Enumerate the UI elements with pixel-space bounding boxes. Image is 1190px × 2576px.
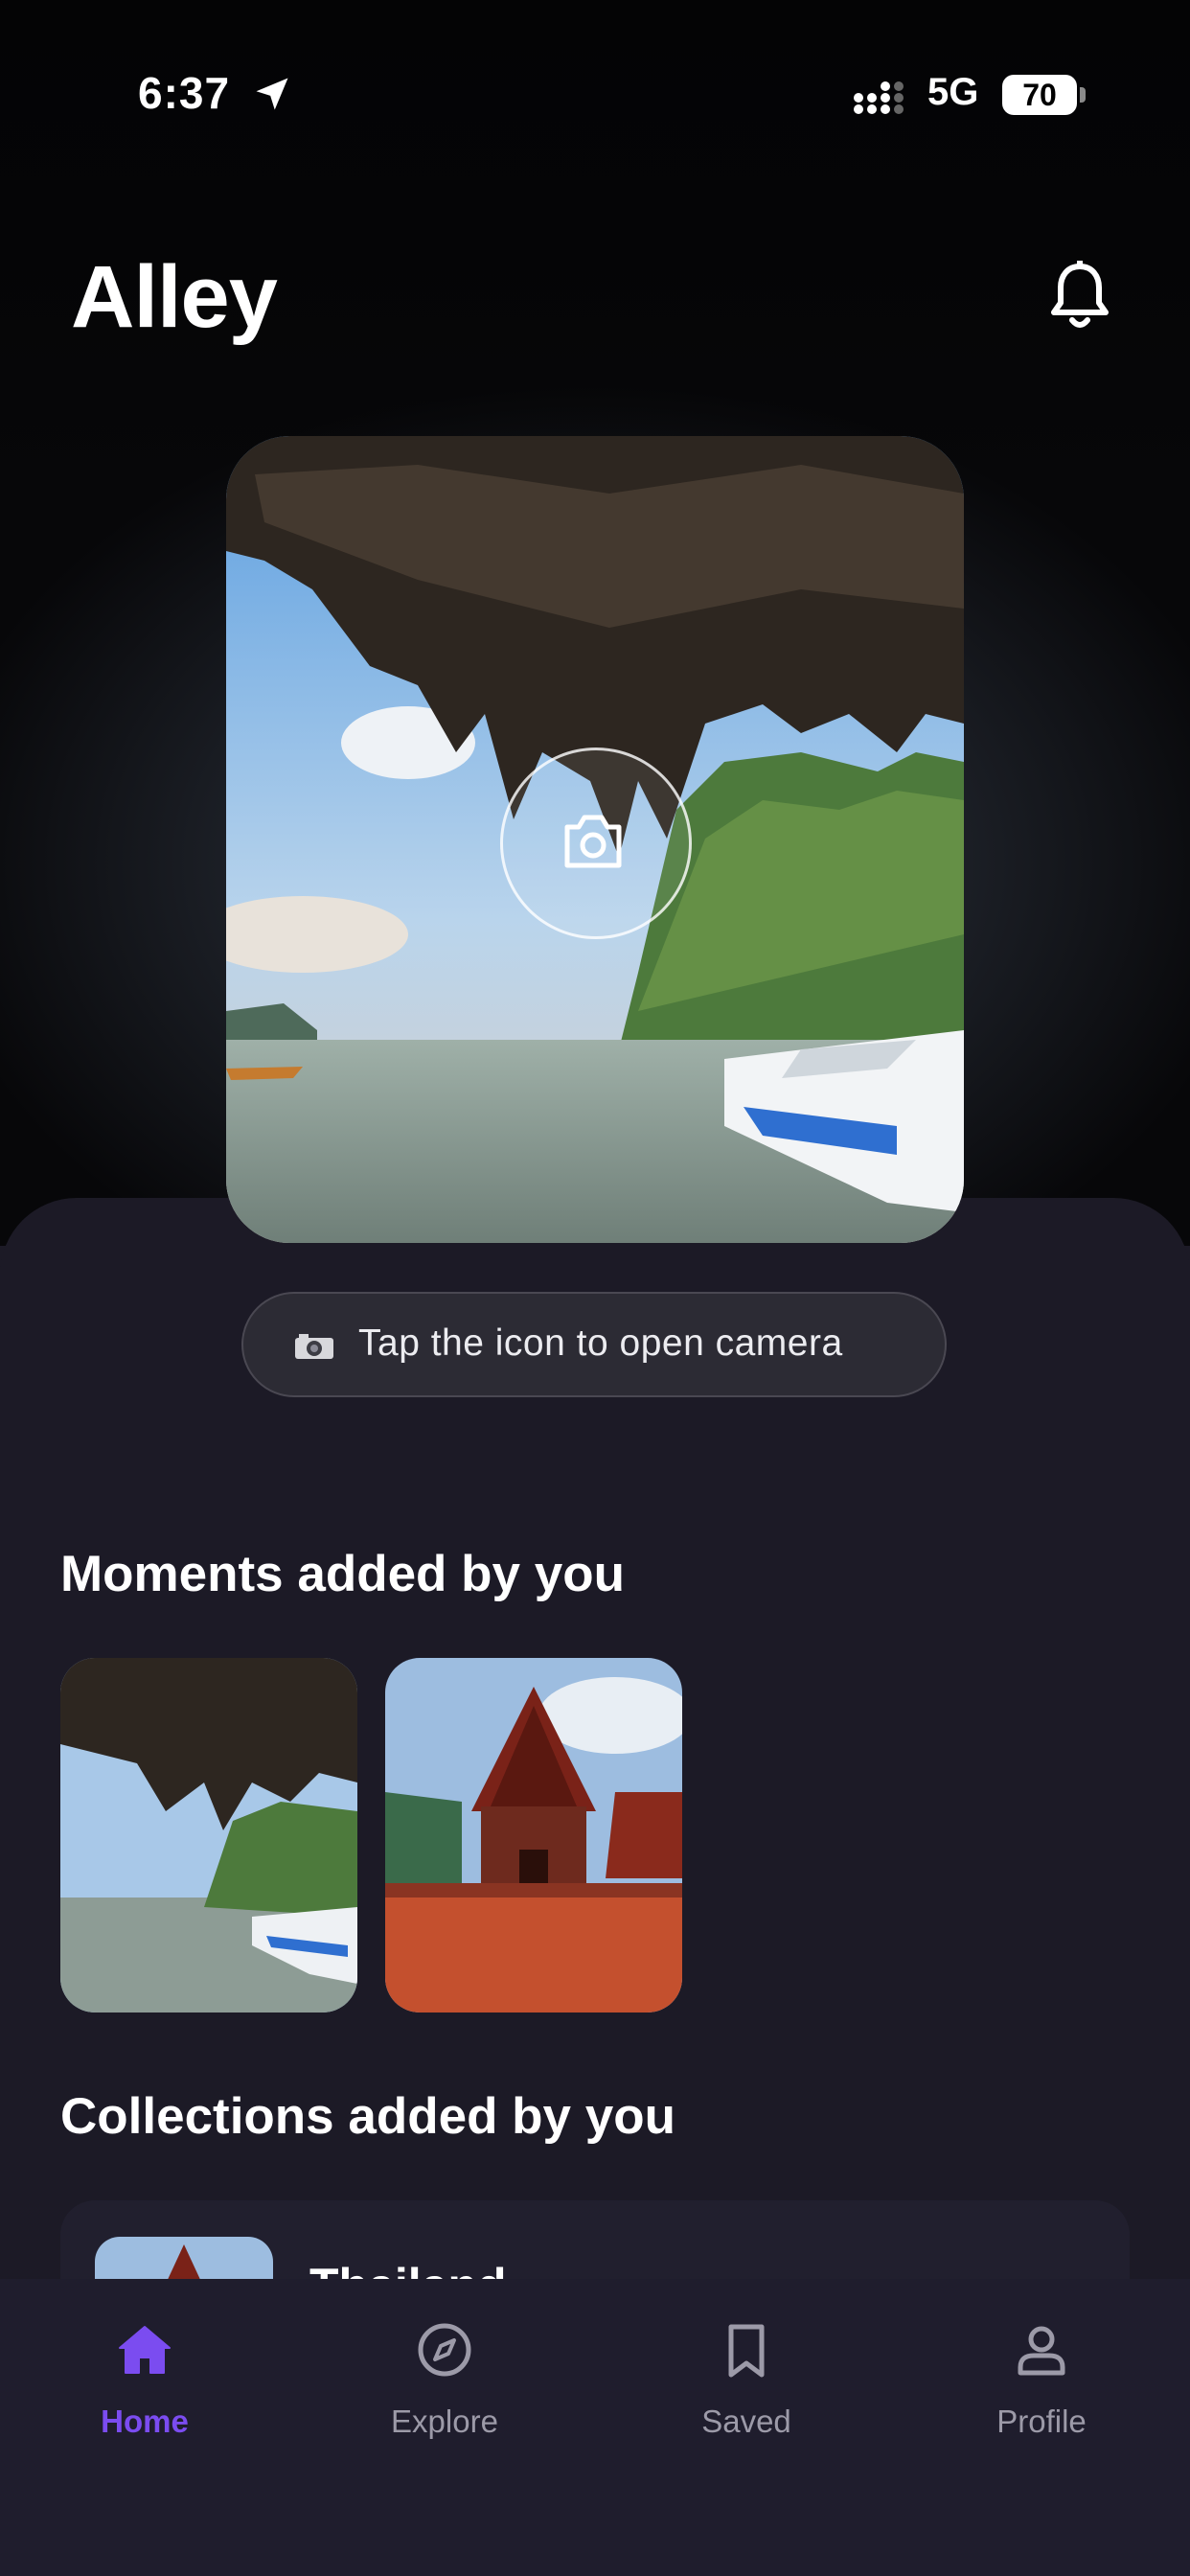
notification-bell-icon[interactable] xyxy=(1049,261,1110,332)
tab-saved[interactable]: Saved xyxy=(631,2279,861,2471)
battery-indicator: 70 xyxy=(1002,75,1077,115)
network-type: 5G xyxy=(927,71,979,113)
tab-home[interactable]: Home xyxy=(30,2279,260,2471)
battery-level: 70 xyxy=(1022,78,1057,112)
tab-profile[interactable]: Profile xyxy=(927,2279,1156,2471)
tab-explore[interactable]: Explore xyxy=(330,2279,560,2471)
camera-emoji-icon xyxy=(295,1334,333,1359)
person-icon xyxy=(1018,2326,1065,2376)
tab-label: Explore xyxy=(391,2404,498,2439)
home-icon xyxy=(119,2326,171,2374)
battery-tip xyxy=(1080,87,1086,103)
moment-thumbnail[interactable] xyxy=(60,1658,357,2012)
collections-title: Collections added by you xyxy=(60,2088,675,2145)
compass-icon xyxy=(418,2323,471,2377)
camera-preview[interactable] xyxy=(226,436,964,1243)
camera-icon xyxy=(564,815,622,868)
moment-thumbnail[interactable] xyxy=(385,1658,682,2012)
status-bar: 6:37 5G 70 xyxy=(0,0,1190,192)
camera-hint-pill: Tap the icon to open camera xyxy=(241,1292,947,1397)
bottom-tab-bar: Home Explore Saved Profile xyxy=(0,2279,1190,2576)
tab-label: Profile xyxy=(996,2404,1087,2439)
thai-temple-photo xyxy=(385,1658,682,2012)
location-arrow-icon xyxy=(256,78,288,110)
bookmark-icon xyxy=(728,2324,765,2378)
signal-icon xyxy=(854,81,904,114)
app-title: Alley xyxy=(71,248,278,346)
camera-hint-text: Tap the icon to open camera xyxy=(358,1322,843,1364)
status-time: 6:37 xyxy=(138,68,231,118)
moments-title: Moments added by you xyxy=(60,1546,625,1602)
tab-label: Home xyxy=(101,2404,189,2439)
cave-boat-photo xyxy=(60,1658,357,2012)
tab-label: Saved xyxy=(701,2404,791,2439)
